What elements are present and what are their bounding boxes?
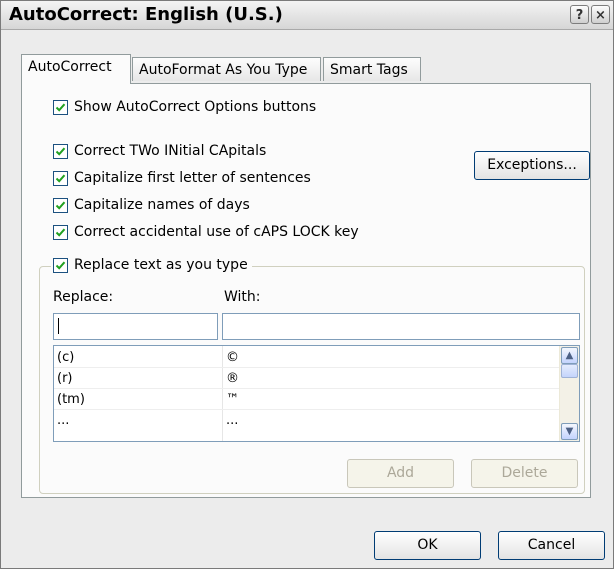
tab-smart-tags[interactable]: Smart Tags (323, 57, 421, 81)
list-item[interactable]: (r) ® (54, 369, 559, 388)
with-input[interactable] (222, 313, 580, 340)
replace-label: Replace: (53, 289, 114, 305)
checkbox-icon (53, 170, 68, 186)
row-divider (54, 388, 562, 389)
list-scrollbar[interactable]: ▲ ▼ (559, 346, 579, 441)
list-item-with: ... (226, 413, 239, 428)
row-divider (54, 367, 562, 368)
checkbox-label: Capitalize first letter of sentences (74, 170, 311, 186)
capitalize-sentences-checkbox[interactable]: Capitalize first letter of sentences (53, 170, 311, 186)
list-item-replace: ... (57, 413, 70, 428)
checkbox-label: Capitalize names of days (74, 197, 250, 213)
checkbox-label: Correct TWo INitial CApitals (74, 143, 267, 159)
list-item-with: ® (226, 371, 239, 386)
window-title: AutoCorrect: English (U.S.) (9, 4, 283, 25)
delete-button[interactable]: Delete (471, 459, 578, 488)
list-item-replace: (tm) (57, 392, 85, 407)
scroll-up-icon[interactable]: ▲ (561, 347, 578, 364)
title-bar: AutoCorrect: English (U.S.) ? × (1, 1, 613, 30)
text-caret (58, 318, 59, 334)
list-item[interactable]: (c) © (54, 348, 559, 367)
close-icon[interactable]: × (591, 5, 610, 24)
capitalize-days-checkbox[interactable]: Capitalize names of days (53, 197, 250, 213)
with-label: With: (224, 289, 261, 305)
show-autocorrect-options-checkbox[interactable]: Show AutoCorrect Options buttons (53, 99, 316, 115)
caps-lock-checkbox[interactable]: Correct accidental use of cAPS LOCK key (53, 224, 359, 240)
checkbox-icon (53, 143, 68, 159)
checkbox-icon (53, 197, 68, 213)
list-item-replace: (c) (57, 350, 75, 365)
list-item-replace: (r) (57, 371, 73, 386)
checkbox-label: Correct accidental use of cAPS LOCK key (74, 224, 359, 240)
replace-text-checkbox[interactable]: Replace text as you type (51, 257, 252, 273)
replace-input[interactable] (53, 313, 218, 340)
checkbox-icon (53, 257, 68, 273)
list-item[interactable]: ... ... (54, 411, 559, 430)
replacement-list[interactable]: (c) © (r) ® (tm) ™ ... ... ▲ ▼ (53, 345, 580, 442)
correct-two-initial-capitals-checkbox[interactable]: Correct TWo INitial CApitals (53, 143, 266, 159)
scroll-thumb[interactable] (561, 364, 578, 378)
tab-autocorrect[interactable]: AutoCorrect (21, 54, 131, 84)
list-item[interactable]: (tm) ™ (54, 390, 559, 409)
add-button[interactable]: Add (347, 459, 454, 488)
list-item-with: © (226, 350, 239, 365)
checkbox-label: Replace text as you type (74, 257, 248, 273)
help-icon[interactable]: ? (570, 5, 589, 24)
autocorrect-dialog: AutoCorrect: English (U.S.) ? × AutoCorr… (0, 0, 614, 569)
checkbox-icon (53, 224, 68, 240)
scroll-down-icon[interactable]: ▼ (561, 423, 578, 440)
row-divider (54, 409, 562, 410)
checkbox-label: Show AutoCorrect Options buttons (74, 99, 317, 115)
exceptions-button[interactable]: Exceptions... (474, 151, 590, 180)
cancel-button[interactable]: Cancel (498, 531, 605, 560)
tab-autoformat-as-you-type[interactable]: AutoFormat As You Type (132, 57, 321, 81)
checkbox-icon (53, 99, 68, 115)
list-item-with: ™ (226, 392, 239, 407)
ok-button[interactable]: OK (374, 531, 481, 560)
